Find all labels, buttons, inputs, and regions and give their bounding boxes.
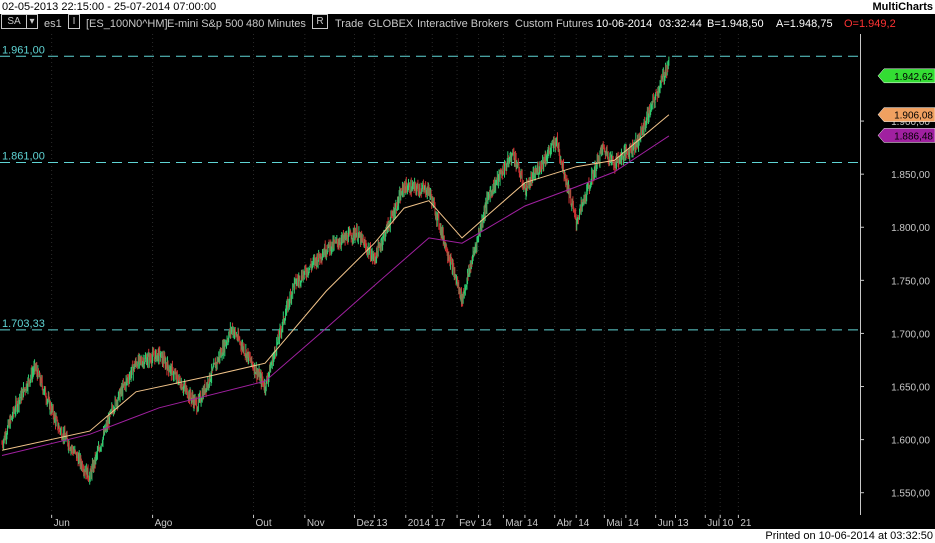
chart-toolbar: SA ▾ es1 I [ES_100N0^HM] E-mini S&p 500 … [0,14,935,34]
y-tick-label: 1.650,00 [891,383,930,394]
instrument-code: [ES_100N0^HM] [86,18,168,30]
y-tick-label: 1.700,00 [891,329,930,340]
y-tick-label: 1.800,00 [891,223,930,234]
chart-name: es1 [44,18,62,30]
app-brand: MultiCharts [872,1,934,13]
quote-time: 03:32:44 [659,18,702,30]
x-tick-label: Out [256,518,272,529]
r-button[interactable]: R [312,14,328,29]
open-price: O=1.949,2 [844,18,896,30]
x-tick-label: Ago [155,518,173,529]
x-tick-label: Nov [307,518,325,529]
symbol-selector[interactable]: SA [1,14,27,29]
price-marker: 1.886,48 [877,128,935,143]
horizontal-line-label: 1.703,33 [2,318,45,330]
time-axis-svg: Jun Ago Out Nov Dez 13 2014 17 Fev 14 Mar 14 Abr 14 Ma… [51,515,752,529]
x-tick-label: Abr [557,518,573,529]
footer: Printed on 10-06-2014 at 03:32:50 [0,529,935,543]
x-tick-label: 14 [578,518,590,529]
x-tick-label: 10 [722,518,734,529]
x-tick-label: Jul [707,518,720,529]
price-marker-label: 1.942,62 [894,72,933,83]
time-axis: Jun Ago Out Nov Dez 13 2014 17 Fev 14 Mar 14 Abr 14 Ma… [0,515,935,529]
status-toggle[interactable]: I [68,14,80,29]
date-range: 02-05-2013 22:15:00 - 25-07-2014 07:00:0… [2,1,217,13]
horizontal-line-label: 1.961,00 [2,44,45,56]
symbol-selector-label: SA [7,16,21,27]
exchange: GLOBEX [368,18,414,30]
broker: Interactive Brokers [417,18,509,30]
price-marker-label: 1.886,48 [894,131,933,142]
x-tick-label: 14 [628,518,640,529]
quote-date: 10-06-2014 [596,18,653,30]
x-tick-label: 2014 [408,518,431,529]
bid-price: B=1.948,50 [707,18,764,30]
title-bar: 02-05-2013 22:15:00 - 25-07-2014 07:00:0… [0,0,935,14]
x-tick-label: 21 [740,518,752,529]
price-marker: 1.942,62 [877,68,935,84]
x-tick-label: Jun [658,518,674,529]
data-type: Trade [335,18,364,30]
y-tick-label: 1.600,00 [891,436,930,447]
price-marker: 1.906,08 [877,107,935,122]
x-tick-label: 14 [481,518,493,529]
ma-fast-line [1,114,670,451]
y-tick-label: 1.850,00 [891,170,930,181]
chart-svg: 1.550,00 1.600,00 1.650,00 1.700,00 1.750,00… [0,34,935,515]
x-tick-label: Mai [606,518,622,529]
instrument-description: E-mini S&p 500 [167,18,244,30]
y-tick-label: 1.550,00 [891,489,930,500]
price-marker-label: 1.906,08 [894,111,933,122]
x-tick-label: Mar [505,518,523,529]
x-tick-label: 13 [677,518,689,529]
category: Custom Futures [515,18,594,30]
horizontal-line-label: 1.861,00 [2,150,45,162]
x-tick-label: 13 [376,518,388,529]
x-tick-label: 14 [527,518,539,529]
dropdown-icon[interactable]: ▾ [26,14,38,29]
chart-interval: 480 Minutes [246,18,306,30]
price-chart[interactable]: 1.550,00 1.600,00 1.650,00 1.700,00 1.750,00… [0,34,935,515]
x-tick-label: 17 [434,518,446,529]
x-tick-label: Dez [356,518,374,529]
ask-price: A=1.948,75 [776,18,833,30]
x-tick-label: Fev [459,518,476,529]
y-tick-label: 1.750,00 [891,276,930,287]
printed-timestamp: Printed on 10-06-2014 at 03:32:50 [765,530,933,542]
x-tick-label: Jun [54,518,70,529]
